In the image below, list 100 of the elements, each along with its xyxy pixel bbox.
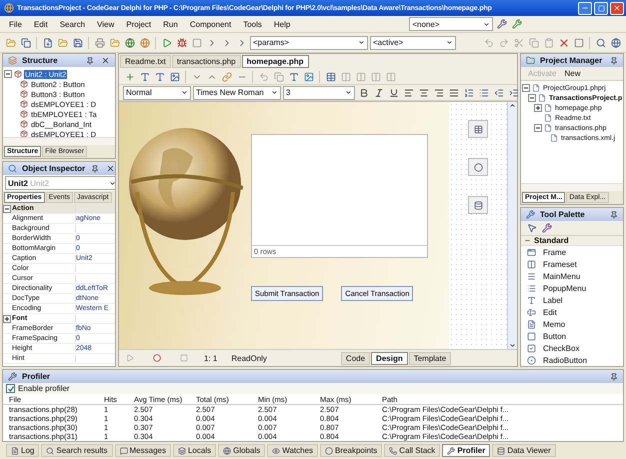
panel-title: Structure — [22, 56, 59, 65]
tab[interactable]: Profiler — [442, 444, 490, 457]
view-tab[interactable]: Template — [408, 352, 452, 364]
palette-item[interactable]: PopupMenu — [543, 284, 586, 292]
save-icon[interactable] — [71, 36, 84, 49]
globe-icon[interactable] — [123, 36, 136, 49]
collapse-icon[interactable] — [3, 204, 11, 212]
expand-icon[interactable] — [3, 314, 11, 322]
minimize-button[interactable] — [578, 2, 592, 14]
copy-icon[interactable] — [19, 36, 32, 49]
tray-button[interactable] — [468, 196, 488, 214]
tab[interactable]: Watches — [267, 444, 318, 457]
dropdown[interactable]: <params> — [250, 36, 368, 50]
table-icon[interactable] — [324, 70, 337, 83]
palette-item[interactable]: Edit — [543, 308, 557, 316]
scroll-down-icon[interactable] — [509, 342, 516, 349]
palette-item[interactable]: Frame — [543, 248, 566, 256]
tab[interactable]: Search results — [41, 444, 112, 457]
scrollbar[interactable] — [521, 183, 623, 191]
menu-item[interactable]: File — [4, 20, 27, 28]
maximize-icon — [598, 4, 604, 12]
app-icon[interactable] — [2, 2, 15, 14]
caret-icon — [446, 39, 453, 46]
tab[interactable]: Call Stack — [384, 444, 440, 457]
menu-item[interactable]: Run — [158, 20, 183, 28]
tab[interactable]: Locals — [172, 444, 216, 457]
style-dropdown[interactable]: Normal — [123, 86, 191, 100]
toolbar-button[interactable]: New — [561, 68, 584, 79]
tray-button[interactable] — [468, 120, 488, 138]
cursor-position: 1: 1 — [204, 354, 218, 362]
search-icon — [46, 446, 54, 454]
tab[interactable]: Log — [6, 444, 40, 457]
palette-item[interactable]: RadioButton — [543, 356, 588, 364]
globe-icon — [223, 446, 232, 454]
view-tab[interactable]: Code — [340, 352, 370, 364]
wrench-icon[interactable] — [495, 18, 508, 30]
file-icon — [549, 133, 559, 143]
editor-tab[interactable]: homepage.php — [242, 55, 308, 68]
menu-item[interactable]: Tools — [238, 20, 267, 28]
collapse-icon[interactable] — [522, 84, 530, 92]
circle-icon — [325, 446, 334, 454]
collapse-icon[interactable] — [4, 70, 12, 78]
collapse-icon[interactable] — [528, 94, 536, 102]
menu-item[interactable]: Edit — [28, 20, 53, 28]
scrollbar[interactable] — [507, 102, 517, 349]
component-icon — [19, 109, 29, 119]
view-tab[interactable]: Design — [371, 352, 408, 364]
size-dropdown[interactable]: 3 — [283, 86, 355, 100]
tab[interactable]: Data Viewer — [492, 444, 556, 457]
close-icon — [613, 4, 621, 12]
project-icon[interactable] — [524, 54, 537, 67]
checkbox[interactable] — [6, 384, 15, 393]
component-icon — [19, 99, 29, 109]
close-button[interactable] — [610, 2, 624, 14]
menu-item[interactable]: Component — [184, 20, 236, 28]
panel-title: Profiler — [22, 372, 52, 381]
caret-icon — [181, 89, 188, 96]
tab[interactable]: Breakpoints — [320, 444, 382, 457]
expand-icon[interactable] — [534, 104, 542, 112]
font-dropdown[interactable]: Times New Roman — [193, 86, 281, 100]
globe-icon[interactable] — [138, 36, 151, 49]
menu-item[interactable]: Help — [268, 20, 296, 28]
dropdown[interactable]: <none> — [409, 17, 494, 31]
object-selector[interactable]: Unit2 Unit2 — [5, 176, 115, 190]
debug-icon[interactable] — [175, 36, 188, 49]
eye-icon — [272, 446, 280, 454]
palette-item[interactable]: MainMenu — [543, 272, 580, 280]
square-icon[interactable] — [572, 36, 585, 49]
palette-item[interactable]: CheckBox — [543, 344, 580, 352]
tab[interactable]: Globals — [218, 444, 266, 457]
phone-icon — [389, 446, 398, 454]
menu-item[interactable]: Search — [54, 20, 90, 28]
link-icon[interactable] — [220, 70, 233, 83]
palette-item[interactable]: Label — [543, 296, 563, 304]
image-icon[interactable] — [302, 70, 315, 83]
scrollbar[interactable] — [3, 137, 115, 145]
collapse-icon[interactable] — [534, 124, 542, 132]
tab[interactable]: Messages — [114, 444, 171, 457]
dropdown[interactable]: <active> — [370, 36, 456, 50]
globe-icon[interactable] — [609, 36, 622, 49]
editor-tab[interactable]: Readme.txt — [120, 55, 171, 68]
wrench-icon[interactable] — [510, 18, 524, 30]
editor-tab[interactable]: transactions.php — [172, 55, 241, 68]
menu-item[interactable]: Project — [121, 20, 156, 28]
scroll-up-icon[interactable] — [509, 102, 516, 109]
pointer-icon[interactable] — [525, 222, 538, 234]
message-icon — [120, 446, 128, 454]
maximize-button[interactable] — [594, 2, 608, 14]
grid-icon — [474, 124, 482, 134]
tray-button[interactable] — [468, 158, 488, 176]
wrench-icon[interactable] — [540, 222, 553, 234]
palette-item[interactable]: Memo — [543, 320, 566, 328]
palette-item[interactable]: Button — [543, 332, 566, 340]
menu-item[interactable]: View — [92, 20, 120, 28]
file-icon — [543, 103, 553, 113]
palette-item[interactable]: Frameset — [543, 260, 577, 268]
image-icon[interactable] — [168, 70, 181, 83]
printer-icon[interactable] — [93, 36, 106, 49]
layers-icon — [178, 446, 186, 454]
search-icon[interactable] — [594, 36, 607, 49]
